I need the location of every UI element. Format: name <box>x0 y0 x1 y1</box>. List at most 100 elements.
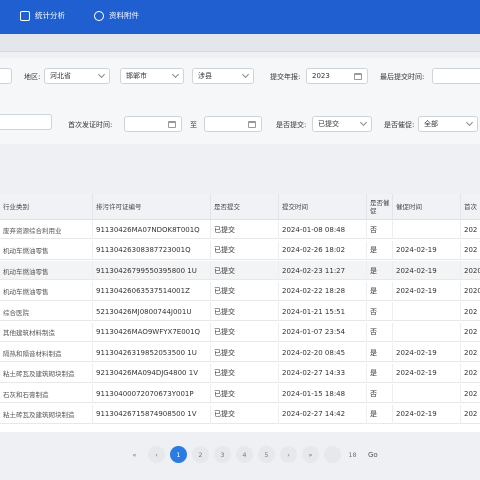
cell-first-issue: 202 <box>460 220 480 239</box>
submit-year-picker[interactable]: 2023 <box>306 68 368 84</box>
col-urge-time: 催促时间 <box>392 194 460 220</box>
page-3-button[interactable]: 3 <box>214 446 231 463</box>
cell-urged: 是 <box>366 363 392 383</box>
prev-page-button[interactable]: ‹ <box>148 446 165 463</box>
cell-submit-time: 2024-02-23 11:27 <box>278 261 366 280</box>
calendar-icon <box>354 72 362 80</box>
cell-urge-time: 2024-02-19 <box>392 363 460 383</box>
table-row[interactable]: 废弃资源综合利用业 91130426MA07NDOK8T001Q 已提交 2024-0… <box>0 220 480 239</box>
page-total: 18 <box>348 450 357 459</box>
table-row[interactable]: 粘土砖瓦及建筑砌块制造 92130426MA094DJG4800 1V 已提交 202… <box>0 363 480 383</box>
nav-statistics-label: 统计分析 <box>35 11 65 20</box>
submitted-select[interactable]: 已提交 <box>312 116 372 132</box>
issue-date-label: 首次发证时间: <box>68 121 113 129</box>
submit-year-label: 提交年报: <box>270 73 301 81</box>
page-1-button[interactable]: 1 <box>170 446 187 463</box>
col-industry: 行业类别 <box>3 203 29 211</box>
table-row[interactable]: 机动车燃油零售 91130426063537514001Z 已提交 2024-02-2… <box>0 281 480 301</box>
nav-attachments-label: 资料附件 <box>109 11 139 20</box>
table-row[interactable]: 隔热和隔音材料制造 91130426319852053500 1U 已提交 2024-… <box>0 343 480 362</box>
cell-submitted: 已提交 <box>210 404 278 424</box>
next-page-button[interactable]: › <box>280 446 297 463</box>
col-permit-number: 排污许可证编号 <box>92 194 210 220</box>
table-row[interactable]: 机动车燃油零售 91130426799550395800 1U 已提交 2024-02… <box>0 261 480 280</box>
cell-first-issue: 202 <box>460 404 480 424</box>
filter-panel: 地区: 河北省 邯郸市 涉县 提交年报: 2023 最后提交时间: 首次发证时间… <box>0 58 480 144</box>
cell-submit-time: 2024-02-26 18:02 <box>278 240 366 260</box>
cell-urged: 是 <box>366 240 392 260</box>
cell-submitted: 已提交 <box>210 281 278 301</box>
submitted-label: 是否提交: <box>276 121 307 129</box>
cell-submit-time: 2024-01-15 18:48 <box>278 384 366 403</box>
col-first-issue: 首次 <box>460 194 480 220</box>
urged-select[interactable]: 全部 <box>418 116 478 132</box>
cell-first-issue: 202 <box>460 384 480 403</box>
top-navigation-bar: 统计分析 资料附件 <box>0 0 480 34</box>
cell-urged: 否 <box>366 302 392 321</box>
cell-first-issue: 2020 <box>460 281 480 301</box>
cell-permit-number: 91130426063537514001Z <box>92 281 210 301</box>
cell-submitted: 已提交 <box>210 384 278 403</box>
issue-date-end-picker[interactable] <box>204 116 262 132</box>
col-submit-time: 提交时间 <box>278 194 366 220</box>
filter-field-partial[interactable] <box>0 68 12 84</box>
cell-urge-time <box>392 220 460 239</box>
cell-permit-number: 52130426MJ0800744J001U <box>92 302 210 321</box>
chevron-down-icon <box>97 70 106 79</box>
cell-permit-number: 91130426799550395800 1U <box>92 261 210 280</box>
province-value: 河北省 <box>50 72 71 80</box>
last-pages-button[interactable]: » <box>302 446 319 463</box>
cell-urged: 否 <box>366 220 392 239</box>
cell-industry: 机动车燃油零售 <box>3 267 49 276</box>
go-button[interactable]: Go <box>368 446 384 463</box>
chevron-down-icon <box>465 118 474 127</box>
page-2-button[interactable]: 2 <box>192 446 209 463</box>
cell-urge-time <box>392 384 460 403</box>
cell-submit-time: 2024-01-07 23:54 <box>278 322 366 342</box>
submit-year-value: 2023 <box>312 72 330 80</box>
city-value: 邯郸市 <box>126 72 147 80</box>
chevron-down-icon <box>171 70 180 79</box>
cell-submitted: 已提交 <box>210 302 278 321</box>
cell-industry: 综合医院 <box>3 308 29 317</box>
chevron-down-icon <box>359 118 368 127</box>
last-submit-picker[interactable] <box>432 68 480 84</box>
city-select[interactable]: 邯郸市 <box>120 68 184 84</box>
filter-field-partial-2[interactable] <box>0 114 52 130</box>
cell-permit-number: 91130426319852053500 1U <box>92 343 210 362</box>
page-jump-input[interactable] <box>324 446 341 463</box>
pagination: « ‹ 1 2 3 4 5 › » 18 Go <box>0 438 480 472</box>
cell-urge-time <box>392 302 460 321</box>
permit-table: 行业类别 排污许可证编号 是否提交 提交时间 是否催促 催促时间 首次 废弃资源… <box>0 194 480 432</box>
cell-permit-number: 92130426MA094DJG4800 1V <box>92 363 210 383</box>
county-select[interactable]: 涉县 <box>192 68 254 84</box>
page-5-button[interactable]: 5 <box>258 446 275 463</box>
col-urged: 是否催促 <box>366 194 392 220</box>
cell-submitted: 已提交 <box>210 261 278 280</box>
submitted-value: 已提交 <box>318 120 339 128</box>
table-row[interactable]: 粘土砖瓦及建筑砌块制造 91130426715874908500 1V 已提交 202… <box>0 404 480 424</box>
table-row[interactable]: 石灰和石膏制造 91130400072070673Y001P 已提交 2024-01-… <box>0 384 480 403</box>
cell-industry: 粘土砖瓦及建筑砌块制造 <box>3 411 75 419</box>
cell-industry: 石灰和石膏制造 <box>3 390 49 399</box>
cell-submit-time: 2024-01-21 15:51 <box>278 302 366 321</box>
cell-urged: 否 <box>366 322 392 342</box>
table-row[interactable]: 综合医院 52130426MJ0800744J001U 已提交 2024-01-21 … <box>0 302 480 321</box>
first-page-button[interactable]: « <box>126 446 143 463</box>
cell-first-issue: 2020 <box>460 261 480 280</box>
cell-industry: 废弃资源综合利用业 <box>3 226 62 235</box>
table-row[interactable]: 其他建筑材料制造 91130426MAO9WFYX7E001Q 已提交 2024-01… <box>0 322 480 342</box>
issue-date-start-picker[interactable] <box>124 116 182 132</box>
nav-attachments[interactable]: 资料附件 <box>94 10 139 21</box>
chart-icon <box>20 10 30 21</box>
cell-urge-time: 2024-02-19 <box>392 261 460 280</box>
table-row[interactable]: 机动车燃油零售 91130426308387723001Q 已提交 2024-02-2… <box>0 240 480 260</box>
nav-statistics[interactable]: 统计分析 <box>20 10 65 21</box>
cell-submit-time: 2024-02-27 14:33 <box>278 363 366 383</box>
attachment-icon <box>94 10 104 21</box>
cell-urge-time: 2024-02-19 <box>392 281 460 301</box>
cell-permit-number: 91130426715874908500 1V <box>92 404 210 424</box>
province-select[interactable]: 河北省 <box>44 68 110 84</box>
page-4-button[interactable]: 4 <box>236 446 253 463</box>
cell-urged: 否 <box>366 384 392 403</box>
